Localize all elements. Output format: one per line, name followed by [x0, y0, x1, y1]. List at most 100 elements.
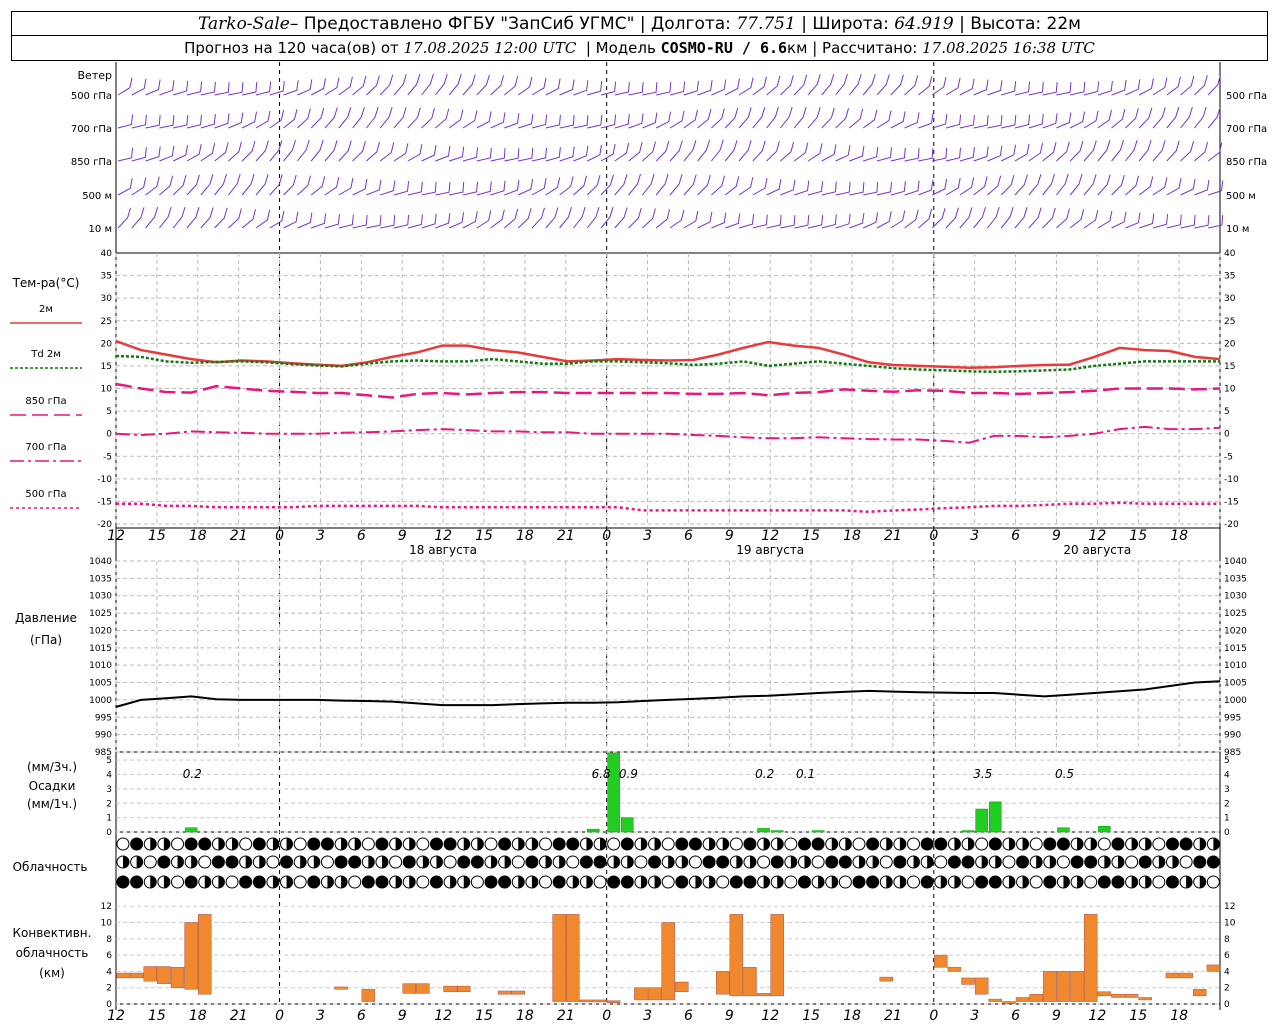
cloud-circle — [1125, 855, 1139, 869]
wind-barb — [186, 114, 202, 129]
wind-barb — [504, 179, 520, 196]
wind-barb — [476, 210, 492, 229]
pressure-ytick-right: 1040 — [1224, 557, 1247, 567]
cloud-half — [518, 838, 525, 850]
cloud-half — [177, 856, 184, 868]
cloud-cover-icon — [1070, 875, 1084, 889]
cloud-cover-icon — [525, 875, 539, 889]
cloud-cover-icon — [307, 837, 321, 851]
cloud-half — [681, 856, 688, 868]
cloud-cover-icon — [1206, 875, 1220, 889]
cloud-half — [859, 856, 865, 868]
wind-barb — [573, 115, 589, 129]
wind-barb — [973, 115, 989, 129]
wind-barb — [711, 212, 727, 229]
wind-barb — [614, 142, 630, 162]
cloud-cover-icon — [838, 875, 852, 889]
cloud-circle — [293, 837, 307, 851]
wind-barb — [959, 114, 975, 129]
cloud-cover-icon — [661, 855, 675, 869]
precip-bar — [1057, 827, 1070, 833]
wind-barb — [890, 74, 904, 96]
cloud-cover-icon — [1002, 837, 1016, 851]
hour-label: 9 — [725, 528, 734, 544]
wind-barb — [586, 206, 600, 229]
hour-label: 12 — [1088, 528, 1106, 544]
cloud-cover-icon — [334, 875, 348, 889]
cloud-circle — [961, 855, 975, 869]
cloud-half — [722, 838, 729, 850]
wind-barb — [379, 142, 395, 162]
cloud-cover-icon — [211, 837, 225, 851]
wind-barb — [1042, 207, 1056, 229]
wind-barb — [1194, 106, 1207, 129]
conv-ytick: 2 — [106, 984, 112, 994]
wind-barb — [849, 145, 865, 162]
conv-ytick: 6 — [106, 951, 112, 961]
cloud-circle — [1179, 837, 1193, 851]
cloud-circle — [307, 837, 321, 851]
hour-label: 21 — [557, 528, 575, 544]
wind-barb — [1028, 113, 1044, 129]
conv-title-1: Конвективн. — [13, 926, 92, 940]
wind-barb — [683, 109, 698, 129]
temp-ytick-right: 0 — [1224, 430, 1230, 440]
wind-barb — [1028, 207, 1042, 229]
conv-bar — [634, 987, 648, 1001]
cloud-half — [763, 876, 770, 888]
hour-label: 15 — [802, 528, 820, 544]
cloud-cover-icon — [893, 875, 907, 889]
cloud-cover-icon — [1070, 837, 1084, 851]
cloud-circle — [893, 855, 907, 869]
cloud-cover-icon — [198, 855, 212, 869]
wind-barb — [1042, 113, 1058, 129]
wind-barb — [407, 181, 423, 196]
cloud-circle — [1179, 855, 1193, 869]
cloud-circle — [1043, 837, 1057, 851]
wind-barb — [228, 173, 241, 196]
cloud-cover-icon — [157, 855, 171, 869]
cloud-circle — [920, 875, 934, 889]
cloud-cover-icon — [893, 855, 907, 869]
wind-barb — [918, 148, 934, 162]
wind-barb — [1097, 210, 1113, 229]
wind-level-label-right: 10 м — [1226, 224, 1249, 235]
pressure-ytick: 1005 — [89, 679, 112, 689]
cloud-cover-icon — [171, 875, 185, 889]
cloud-circle — [961, 875, 975, 889]
cloud-circle — [988, 837, 1002, 851]
cloud-cover-icon — [361, 837, 375, 851]
wind-barb — [241, 209, 256, 229]
cloud-circle — [675, 837, 689, 851]
cloud-half — [1063, 876, 1070, 888]
cloud-circle — [1029, 837, 1043, 851]
cloud-cover-icon — [198, 875, 212, 889]
wind-barb — [1180, 141, 1194, 162]
precip-ytick-right: 5 — [1224, 756, 1230, 766]
wind-barb — [780, 141, 795, 162]
cloud-half — [286, 838, 293, 850]
wind-barb — [600, 114, 617, 129]
wind-barb — [987, 115, 1003, 129]
cloud-cover-icon — [975, 837, 989, 851]
cloud-cover-icon — [866, 837, 880, 851]
wind-barb — [1111, 139, 1124, 162]
hour-label: 3 — [316, 528, 325, 544]
cloud-circle — [552, 837, 566, 851]
cloud-cover-icon — [130, 855, 144, 869]
conv-bar — [1070, 971, 1084, 1002]
wind-barb — [642, 208, 656, 229]
cloud-cover-icon — [470, 837, 484, 851]
wind-barb — [587, 114, 603, 129]
cloud-cover-icon — [539, 875, 553, 889]
cloud-cover-icon — [416, 837, 430, 851]
temp-ytick: 35 — [101, 272, 112, 282]
cloud-cover-icon — [457, 875, 471, 889]
conv-bar — [947, 967, 962, 972]
cloud-cover-icon — [389, 855, 403, 869]
wind-barb — [131, 78, 147, 96]
cloud-half — [300, 856, 307, 868]
cloud-cover-icon — [1138, 875, 1152, 889]
cloud-circle — [1111, 837, 1125, 851]
precip-unit-3h: (мм/3ч.) — [27, 760, 77, 774]
